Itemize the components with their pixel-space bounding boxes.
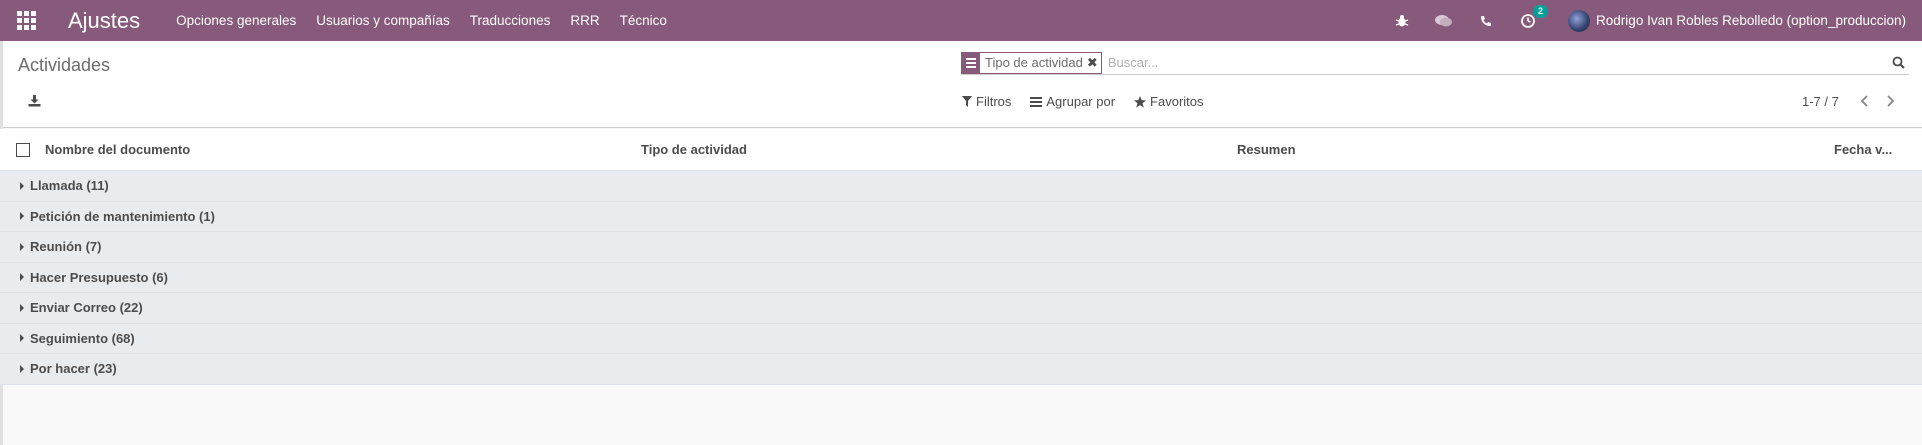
column-header-document-name[interactable]: Nombre del documento — [45, 142, 190, 157]
activity-count-badge: 2 — [1533, 4, 1549, 18]
chevron-right-icon[interactable] — [1884, 93, 1898, 109]
list-header: Nombre del documento Tipo de actividad R… — [0, 129, 1922, 171]
avatar — [1568, 9, 1591, 32]
activity-list: Nombre del documento Tipo de actividad R… — [0, 129, 1922, 385]
filters-button[interactable]: Filtros — [962, 94, 1011, 109]
menu-item-tecnico[interactable]: Técnico — [620, 13, 667, 28]
pager-value[interactable]: 1-7 / 7 — [1802, 94, 1839, 109]
group-by-label: Agrupar por — [1046, 94, 1116, 109]
search-facet[interactable]: Tipo de actividad ✖ — [961, 51, 1102, 74]
search-bar: Tipo de actividad ✖ — [961, 51, 1909, 75]
menu-item-traducciones[interactable]: Traducciones — [470, 13, 551, 28]
group-row[interactable]: Seguimiento (68) — [0, 323, 1922, 354]
chat-icon[interactable] — [1434, 11, 1454, 31]
search-input[interactable] — [1107, 55, 1887, 70]
star-icon — [1134, 95, 1147, 107]
filter-icon — [962, 96, 972, 107]
group-label: Enviar Correo (22) — [30, 300, 143, 316]
control-panel: Actividades Tipo de actividad ✖ Buscar..… — [0, 41, 1922, 128]
column-header-summary[interactable]: Resumen — [1237, 142, 1296, 157]
caret-right-icon — [20, 212, 24, 221]
group-label: Seguimiento (68) — [30, 330, 135, 346]
group-row[interactable]: Hacer Presupuesto (6) — [0, 262, 1922, 293]
column-header-due-date[interactable]: Fecha v... — [1834, 142, 1892, 157]
caret-right-icon — [20, 334, 24, 343]
group-row[interactable]: Reunión (7) — [0, 232, 1922, 263]
caret-right-icon — [20, 364, 24, 373]
user-name: Rodrigo Ivan Robles Rebolledo (option_pr… — [1596, 13, 1906, 28]
column-header-activity-type[interactable]: Tipo de actividad — [641, 142, 747, 157]
filters-label: Filtros — [976, 94, 1012, 109]
menu-item-usuarios[interactable]: Usuarios y compañías — [316, 13, 450, 28]
caret-right-icon — [20, 303, 24, 312]
group-label: Reunión (7) — [30, 239, 102, 255]
group-by-facet-icon — [962, 52, 980, 73]
caret-right-icon — [20, 242, 24, 251]
group-row[interactable]: Petición de mantenimiento (1) — [0, 201, 1922, 232]
app-title[interactable]: Ajustes — [68, 8, 140, 34]
main-menu: Opciones generales Usuarios y compañías … — [176, 13, 687, 28]
top-navbar: Ajustes Opciones generales Usuarios y co… — [0, 0, 1922, 41]
group-row[interactable]: Enviar Correo (22) — [0, 293, 1922, 324]
favorites-button[interactable]: Favoritos — [1134, 94, 1204, 109]
group-row[interactable]: Por hacer (23) — [0, 354, 1922, 385]
group-label: Llamada (11) — [30, 178, 109, 194]
search-icon[interactable] — [1887, 52, 1909, 74]
caret-right-icon — [20, 181, 24, 190]
user-menu[interactable]: Rodrigo Ivan Robles Rebolledo (option_pr… — [1568, 9, 1906, 32]
breadcrumb[interactable]: Actividades — [18, 55, 110, 76]
activity-clock-icon[interactable]: 2 — [1518, 4, 1549, 31]
search-options: Filtros Agrupar por Favoritos — [962, 94, 1223, 109]
remove-facet-icon[interactable]: ✖ — [1087, 53, 1101, 73]
group-label: Por hacer (23) — [30, 361, 117, 377]
bars-icon — [1030, 96, 1043, 107]
group-by-button[interactable]: Agrupar por — [1030, 94, 1115, 109]
caret-right-icon — [20, 273, 24, 282]
group-row[interactable]: Llamada (11) — [0, 171, 1922, 202]
apps-menu-icon[interactable] — [0, 0, 52, 41]
select-all-checkbox[interactable] — [16, 142, 30, 157]
facet-value: Tipo de actividad — [985, 54, 1083, 70]
menu-item-rrr[interactable]: RRR — [570, 13, 599, 28]
group-label: Hacer Presupuesto (6) — [30, 269, 168, 285]
group-label: Petición de mantenimiento (1) — [30, 208, 215, 224]
favorites-label: Favoritos — [1150, 94, 1204, 109]
phone-icon[interactable] — [1476, 11, 1496, 31]
bug-icon[interactable] — [1392, 11, 1412, 31]
menu-item-opciones-generales[interactable]: Opciones generales — [176, 13, 296, 28]
pager: 1-7 / 7 — [1802, 93, 1911, 109]
chevron-left-icon[interactable] — [1857, 93, 1871, 109]
download-icon[interactable] — [26, 93, 42, 109]
